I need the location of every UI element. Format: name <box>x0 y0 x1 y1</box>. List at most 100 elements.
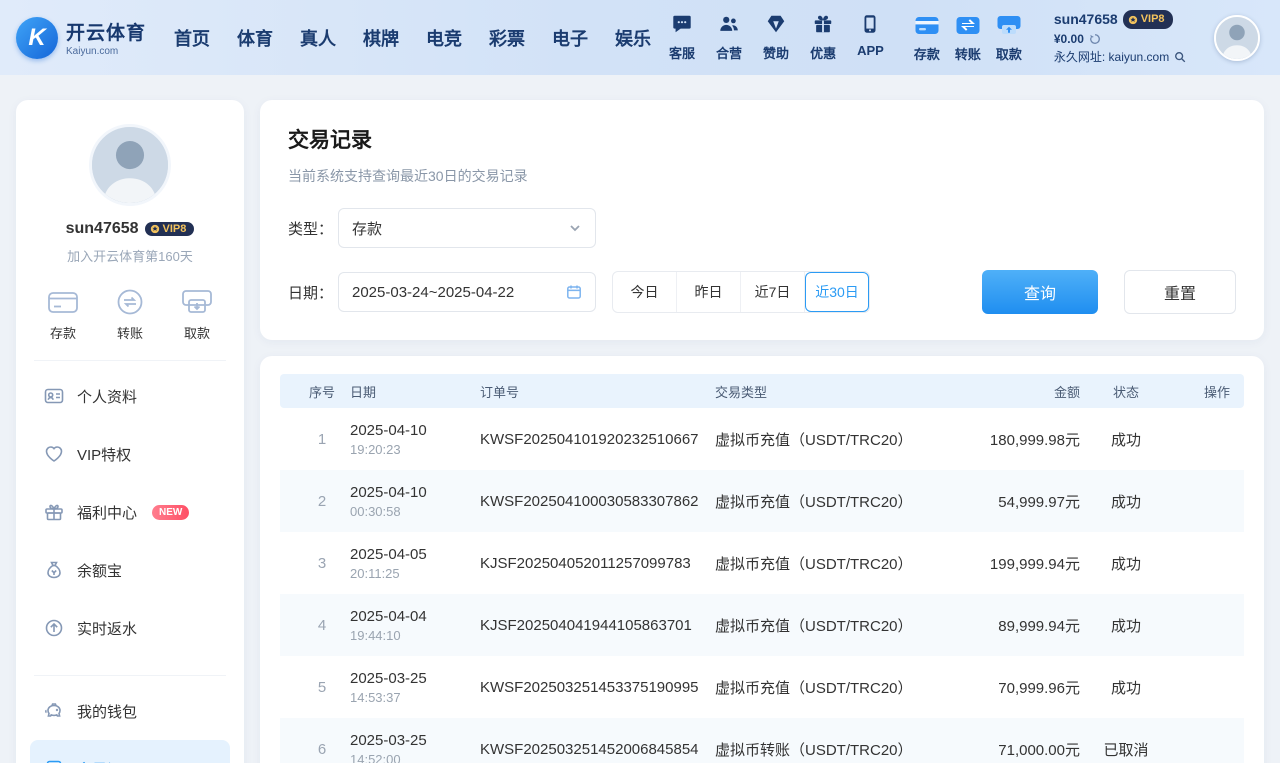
vip-medal-icon <box>1128 15 1138 25</box>
brand-domain: Kaiyun.com <box>66 46 146 57</box>
sidebar-item-rebate[interactable]: 实时返水 <box>30 599 230 657</box>
row-type: 虚拟币充值（USDT/TRC20） <box>715 553 930 574</box>
nav-item-esports[interactable]: 电竞 <box>426 25 462 51</box>
row-no: 6 <box>294 741 350 758</box>
sidebar-item-label: 实时返水 <box>77 618 137 639</box>
nav-item-live[interactable]: 真人 <box>300 25 336 51</box>
row-order-no: KWSF202503251452006845854 <box>480 741 715 758</box>
row-no: 4 <box>294 617 350 634</box>
withdraw-outline-icon <box>180 287 214 317</box>
balance-amount: ¥0.00 <box>1054 30 1084 48</box>
sidebar-item-wallet[interactable]: 我的钱包 <box>30 682 230 740</box>
service-label: APP <box>857 43 884 58</box>
sidebar-item-label: 福利中心 <box>77 502 137 523</box>
sidebar-item-label: 余额宝 <box>77 560 122 581</box>
nav-item-casino[interactable]: 娱乐 <box>615 25 651 51</box>
sidebar-item-label: 交易记录 <box>77 759 137 763</box>
sidebar-item-label: VIP特权 <box>77 444 131 465</box>
page-subtitle: 当前系统支持查询最近30日的交易记录 <box>288 166 1236 186</box>
reset-button[interactable]: 重置 <box>1124 270 1236 314</box>
wallet-shortcuts: 存款 转账 取款 <box>914 13 1022 63</box>
date-range-input[interactable]: 2025-03-24~2025-04-22 <box>338 272 596 312</box>
refresh-balance-icon[interactable] <box>1089 33 1101 45</box>
col-header-status: 状态 <box>1080 382 1172 401</box>
wallet-label: 转账 <box>955 44 981 63</box>
row-order-no: KJSF202504052011257099783 <box>480 555 715 572</box>
transfer-shortcut[interactable]: 转账 <box>955 13 981 63</box>
filter-panel: 交易记录 当前系统支持查询最近30日的交易记录 类型： 存款 日期： 2025-… <box>260 100 1264 340</box>
deposit-shortcut[interactable]: 存款 <box>914 13 940 63</box>
col-header-date: 日期 <box>350 382 480 401</box>
transactions-table: 序号 日期 订单号 交易类型 金额 状态 操作 1 2025-04-1019:2… <box>260 356 1264 763</box>
row-date: 2025-04-1000:30:58 <box>350 484 480 519</box>
app-download-button[interactable]: APP <box>857 13 884 62</box>
row-amount: 54,999.97元 <box>930 491 1080 512</box>
nav-item-chess[interactable]: 棋牌 <box>363 25 399 51</box>
sidebar-item-label: 个人资料 <box>77 386 137 407</box>
range-30days-button[interactable]: 近30日 <box>805 272 869 312</box>
range-today-button[interactable]: 今日 <box>613 272 677 312</box>
row-date: 2025-04-0419:44:10 <box>350 608 480 643</box>
row-no: 5 <box>294 679 350 696</box>
table-row: 5 2025-03-2514:53:37 KWSF202503251453375… <box>280 656 1244 718</box>
col-header-no: 序号 <box>294 382 350 401</box>
profile-avatar[interactable] <box>89 124 171 206</box>
user-avatar[interactable] <box>1214 15 1260 61</box>
sidebar-item-welfare[interactable]: 福利中心 NEW <box>30 483 230 541</box>
range-7days-button[interactable]: 近7日 <box>741 272 805 312</box>
new-badge: NEW <box>152 505 189 520</box>
promo-button[interactable]: 优惠 <box>810 13 836 62</box>
chat-icon <box>671 13 693 40</box>
row-order-no: KJSF202504041944105863701 <box>480 617 715 634</box>
col-header-order: 订单号 <box>480 382 715 401</box>
row-order-no: KWSF202503251453375190995 <box>480 679 715 696</box>
col-header-type: 交易类型 <box>715 382 930 401</box>
sidebar-item-transactions[interactable]: 交易记录 <box>30 740 230 763</box>
page-title: 交易记录 <box>288 124 1236 154</box>
brand-logo[interactable]: K 开云体育 Kaiyun.com <box>16 17 146 59</box>
sidebar-deposit-button[interactable]: 存款 <box>46 287 80 342</box>
row-status: 成功 <box>1080 429 1172 450</box>
partnership-button[interactable]: 合营 <box>716 13 742 62</box>
nav-item-sports[interactable]: 体育 <box>237 25 273 51</box>
type-select[interactable]: 存款 <box>338 208 596 248</box>
col-header-actions: 操作 <box>1172 382 1230 401</box>
date-filter-label: 日期： <box>288 282 338 303</box>
quick-range-group: 今日 昨日 近7日 近30日 <box>612 271 870 313</box>
sidebar-item-yuebao[interactable]: 余额宝 <box>30 541 230 599</box>
divider <box>34 360 226 361</box>
sidebar-item-vip[interactable]: VIP特权 <box>30 425 230 483</box>
sidebar-item-profile[interactable]: 个人资料 <box>30 367 230 425</box>
sidebar-username: sun47658 <box>66 220 139 238</box>
range-yesterday-button[interactable]: 昨日 <box>677 272 741 312</box>
sidebar-transfer-button[interactable]: 转账 <box>113 287 147 342</box>
piggy-bank-icon <box>44 701 64 721</box>
withdraw-shortcut[interactable]: 取款 <box>996 13 1022 63</box>
row-status: 成功 <box>1080 491 1172 512</box>
membership-days: 加入开云体育第160天 <box>16 246 244 265</box>
money-bag-icon <box>44 560 64 580</box>
nav-item-home[interactable]: 首页 <box>174 25 210 51</box>
rebate-cycle-icon <box>44 618 64 638</box>
gift-icon <box>44 502 64 522</box>
row-no: 2 <box>294 493 350 510</box>
table-row: 4 2025-04-0419:44:10 KJSF202504041944105… <box>280 594 1244 656</box>
table-row: 1 2025-04-1019:20:23 KWSF202504101920232… <box>280 408 1244 470</box>
search-button[interactable]: 查询 <box>982 270 1098 314</box>
search-icon[interactable] <box>1174 51 1186 63</box>
vip-heart-icon <box>44 444 64 464</box>
row-order-no: KWSF202504101920232510667 <box>480 431 715 448</box>
col-header-amount: 金额 <box>930 382 1080 401</box>
quick-action-label: 取款 <box>184 323 210 342</box>
row-date: 2025-04-0520:11:25 <box>350 546 480 581</box>
table-row: 6 2025-03-2514:52:00 KWSF202503251452006… <box>280 718 1244 763</box>
date-range-value: 2025-03-24~2025-04-22 <box>352 284 514 301</box>
partners-icon <box>718 13 740 40</box>
chevron-down-icon <box>568 221 582 235</box>
row-amount: 199,999.94元 <box>930 553 1080 574</box>
nav-item-lottery[interactable]: 彩票 <box>489 25 525 51</box>
customer-service-button[interactable]: 客服 <box>669 13 695 62</box>
sponsor-button[interactable]: 赞助 <box>763 13 789 62</box>
sidebar-withdraw-button[interactable]: 取款 <box>180 287 214 342</box>
nav-item-slots[interactable]: 电子 <box>552 25 588 51</box>
